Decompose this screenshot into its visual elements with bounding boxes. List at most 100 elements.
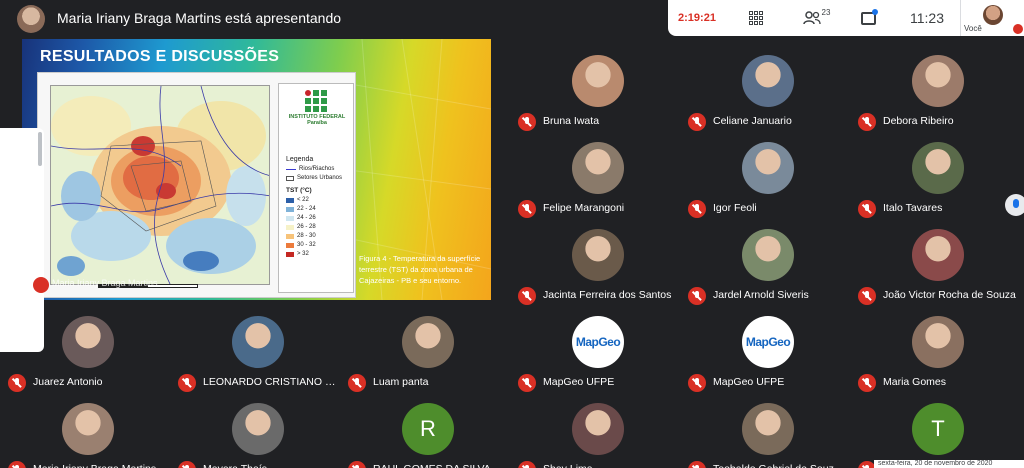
participant-tile[interactable]: Luam panta: [340, 308, 510, 395]
participant-avatar: [912, 55, 964, 107]
participant-avatar: [742, 229, 794, 281]
participants-count: 23: [821, 7, 831, 17]
legend-tst-title: TST (°C): [286, 187, 312, 194]
participant-tile[interactable]: Mayara Thaís: [170, 395, 340, 468]
participant-avatar: [912, 316, 964, 368]
participant-avatar: [742, 142, 794, 194]
participant-name: Felipe Marangoni: [543, 202, 625, 214]
participant-name: Maria Gomes: [883, 376, 947, 388]
participant-avatar: T: [912, 403, 964, 455]
legend-swatch: [286, 251, 294, 257]
participant-avatar: [912, 229, 964, 281]
participant-avatar: [232, 403, 284, 455]
legend-rivers: Rios/Riachos: [286, 166, 334, 172]
legend-swatch: [286, 233, 294, 239]
participant-name: MapGeo UFPE: [543, 376, 615, 388]
mic-off-icon: [688, 287, 706, 305]
self-avatar: [983, 5, 1003, 25]
logo-text: INSTITUTO FEDERAL Paraíba: [288, 114, 346, 126]
legend-class-label: 24 - 26: [297, 215, 316, 221]
meet-window: Maria Iriany Braga Martins está apresent…: [0, 0, 1024, 468]
legend-swatch: [286, 224, 294, 230]
mic-off-icon: [8, 374, 26, 392]
participant-avatar: [402, 316, 454, 368]
participant-tile[interactable]: Jardel Arnold Siveris: [680, 221, 850, 308]
participant-tile[interactable]: Bruna Iwata: [510, 47, 680, 134]
legend-tst-class: > 32: [286, 251, 309, 257]
mic-off-icon: [8, 461, 26, 468]
participant-tile[interactable]: Teobaldo Gabriel de Souza...: [680, 395, 850, 468]
legend-tst-class: 22 - 24: [286, 206, 316, 212]
legend-tst-class: 28 - 30: [286, 233, 316, 239]
legend-class-label: < 22: [297, 197, 309, 203]
mapgeo-logo: MapGeo: [745, 335, 791, 349]
mic-off-icon: [1013, 24, 1023, 34]
participant-tile[interactable]: Celiane Januario: [680, 47, 850, 134]
mic-off-icon: [178, 461, 196, 468]
figure-caption: Figura 4 - Temperatura da superfície ter…: [359, 254, 481, 285]
chat-button[interactable]: [852, 0, 884, 36]
people-icon: [802, 11, 821, 25]
legend-swatch: [286, 242, 294, 248]
legend-class-label: 30 - 32: [297, 242, 316, 248]
participant-tile[interactable]: Jacinta Ferreira dos Santos: [510, 221, 680, 308]
presentation-icon: [8, 277, 26, 290]
legend-class-label: 28 - 30: [297, 233, 316, 239]
participant-name: Maria Iriany Braga Martins: [33, 463, 167, 468]
participant-name: Juarez Antonio: [33, 376, 103, 388]
participant-tile[interactable]: MapGeo MapGeo UFPE: [680, 308, 850, 395]
participant-name: Italo Tavares: [883, 202, 943, 214]
mic-off-icon: [178, 374, 196, 392]
participant-avatar: [742, 55, 794, 107]
participant-tile[interactable]: MapGeo MapGeo UFPE: [510, 308, 680, 395]
participant-tile[interactable]: Italo Tavares: [850, 134, 1020, 221]
participant-tile[interactable]: João Victor Rocha de Souza: [850, 221, 1020, 308]
meeting-controls: 2:19:21 23 11:23: [668, 0, 960, 36]
participant-tile[interactable]: R RAUL GOMES DA SILVA: [340, 395, 510, 468]
participant-avatar: [742, 403, 794, 455]
participant-tile[interactable]: Maria Gomes: [850, 308, 1020, 395]
participant-tile[interactable]: Igor Feoli: [680, 134, 850, 221]
presenter-mic-off-icon: [33, 277, 49, 293]
participant-tile[interactable]: TTiago da Costa Silva: [850, 395, 1020, 468]
participant-name: Igor Feoli: [713, 202, 757, 214]
participant-tile[interactable]: Maria Iriany Braga Martins: [0, 395, 170, 468]
participant-name: RAUL GOMES DA SILVA: [373, 463, 507, 468]
slide-title: RESULTADOS E DISCUSSÕES: [40, 48, 280, 65]
ifpb-logo: INSTITUTO FEDERAL Paraíba: [287, 88, 347, 142]
participant-name: Shay Lima: [543, 463, 677, 468]
participant-avatar: MapGeo: [742, 316, 794, 368]
layout-button[interactable]: [740, 0, 772, 36]
clock: 11:23: [910, 10, 944, 26]
participant-name: Celiane Januario: [713, 115, 792, 127]
legend-title: Legenda: [286, 156, 314, 163]
self-view[interactable]: Você: [960, 0, 1024, 36]
mic-off-icon: [858, 113, 876, 131]
mic-off-icon: [518, 374, 536, 392]
participant-name: Bruna Iwata: [543, 115, 600, 127]
map-legend: INSTITUTO FEDERAL Paraíba Legenda Rios/R…: [278, 83, 354, 293]
participant-name: Luam panta: [373, 376, 429, 388]
participant-tile[interactable]: Juarez Antonio: [0, 308, 170, 395]
legend-urban-sectors: Setores Urbanos: [286, 175, 342, 181]
participant-tile[interactable]: LEONARDO CRISTIANO D...: [170, 308, 340, 395]
participant-avatar: [62, 403, 114, 455]
participant-tile[interactable]: Debora Ribeiro: [850, 47, 1020, 134]
participant-name: Jacinta Ferreira dos Santos: [543, 289, 672, 301]
side-panel-scrollbar[interactable]: [38, 132, 42, 166]
mic-off-icon: [518, 461, 536, 468]
participant-tile[interactable]: Shay Lima: [510, 395, 680, 468]
participant-name: Mayara Thaís: [203, 463, 337, 468]
presenting-label: Maria Iriany Braga Martins está apresent…: [57, 10, 342, 26]
mic-off-icon: [858, 374, 876, 392]
participant-name: Teobaldo Gabriel de Souza...: [713, 463, 847, 468]
thermal-map: [50, 85, 270, 285]
heat-map-image: [51, 86, 269, 284]
participant-name: Debora Ribeiro: [883, 115, 954, 127]
participant-name: João Victor Rocha de Souza: [883, 289, 1016, 301]
legend-swatch: [286, 215, 294, 221]
participant-tile[interactable]: Felipe Marangoni: [510, 134, 680, 221]
participant-avatar: MapGeo: [572, 316, 624, 368]
mic-off-icon: [858, 200, 876, 218]
participants-button[interactable]: 23: [796, 0, 836, 36]
